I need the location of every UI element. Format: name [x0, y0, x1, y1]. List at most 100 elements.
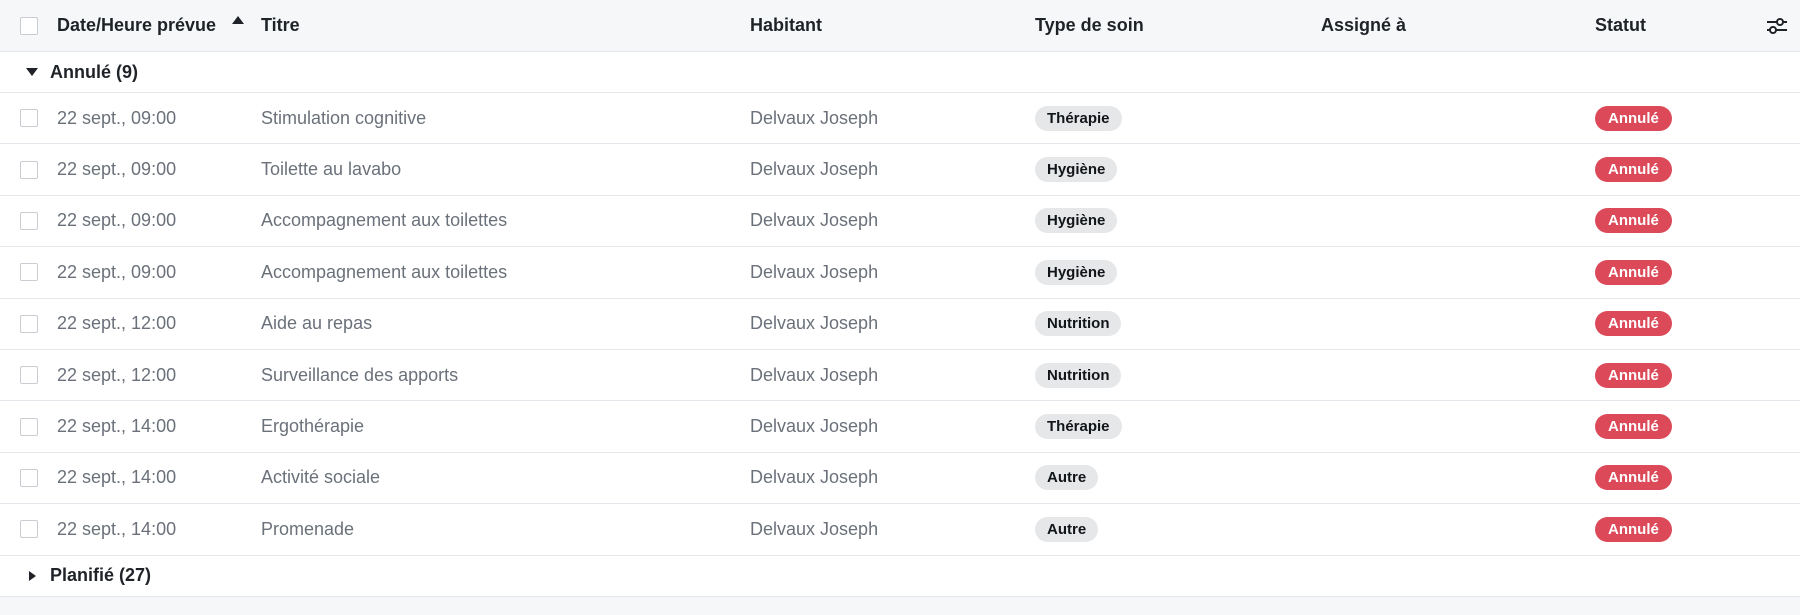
group-row-planned[interactable]: Planifié (27): [0, 555, 1800, 597]
row-checkbox[interactable]: [20, 109, 38, 128]
cell-date: 22 sept., 14:00: [57, 401, 176, 451]
group-row-cancelled[interactable]: Annulé (9): [0, 52, 1800, 93]
table-footer-space: [0, 596, 1800, 614]
care-type-tag: Nutrition: [1035, 362, 1122, 388]
cell-title[interactable]: Promenade: [261, 504, 354, 554]
cell-date: 22 sept., 09:00: [57, 196, 176, 246]
cell-date-text: 22 sept., 14:00: [57, 518, 177, 539]
column-header-title-label: Titre: [261, 15, 300, 35]
cell-care-type: Hygiène: [1035, 196, 1118, 246]
row-checkbox[interactable]: [20, 520, 38, 539]
column-header-care-type[interactable]: Type de soin: [1035, 0, 1144, 51]
table-row[interactable]: 22 sept., 14:00 Ergothérapie Delvaux Jos…: [0, 401, 1800, 453]
row-select[interactable]: [20, 247, 38, 297]
status-badge: Annulé: [1595, 362, 1672, 388]
row-checkbox[interactable]: [20, 468, 38, 487]
cell-date-text: 22 sept., 14:00: [57, 416, 177, 437]
table-row[interactable]: 22 sept., 12:00 Aide au repas Delvaux Jo…: [0, 299, 1800, 350]
cell-date-text: 22 sept., 12:00: [57, 364, 177, 385]
cell-resident: Delvaux Joseph: [750, 453, 878, 503]
row-checkbox[interactable]: [20, 314, 38, 333]
cell-title[interactable]: Toilette au lavabo: [261, 144, 401, 194]
caret-down-icon[interactable]: [26, 68, 38, 76]
table-row[interactable]: 22 sept., 12:00 Surveillance des apports…: [0, 350, 1800, 402]
cell-title-text: Toilette au lavabo: [261, 159, 402, 180]
cell-title[interactable]: Aide au repas: [261, 299, 372, 349]
row-select[interactable]: [20, 350, 38, 400]
cell-resident: Delvaux Joseph: [750, 247, 878, 297]
cell-date-text: 22 sept., 09:00: [57, 210, 177, 231]
row-select[interactable]: [20, 504, 38, 554]
caret-right-icon[interactable]: [29, 570, 36, 581]
cell-date: 22 sept., 12:00: [57, 350, 176, 400]
table-row[interactable]: 22 sept., 14:00 Activité sociale Delvaux…: [0, 453, 1800, 505]
select-all-checkbox[interactable]: [20, 16, 38, 35]
cell-title[interactable]: Accompagnement aux toilettes: [261, 247, 507, 297]
cell-title[interactable]: Activité sociale: [261, 453, 380, 503]
cell-resident-text: Delvaux Joseph: [750, 261, 879, 282]
cell-title-text: Aide au repas: [261, 313, 373, 334]
cell-status: Annulé: [1595, 504, 1672, 554]
status-badge: Annulé: [1595, 414, 1672, 440]
cell-resident: Delvaux Joseph: [750, 401, 878, 451]
column-header-resident[interactable]: Habitant: [750, 0, 822, 51]
cell-resident-text: Delvaux Joseph: [750, 107, 879, 128]
care-type-tag: Nutrition: [1035, 311, 1122, 337]
row-select[interactable]: [20, 196, 38, 246]
cell-care-type: Nutrition: [1035, 299, 1122, 349]
row-select[interactable]: [20, 401, 38, 451]
status-badge: Annulé: [1595, 157, 1672, 183]
table-row[interactable]: 22 sept., 09:00 Accompagnement aux toile…: [0, 247, 1800, 299]
sliders-icon[interactable]: [1766, 17, 1788, 35]
cell-date-text: 22 sept., 09:00: [57, 107, 177, 128]
row-checkbox[interactable]: [20, 366, 38, 385]
cell-title[interactable]: Stimulation cognitive: [261, 93, 426, 143]
cell-status: Annulé: [1595, 350, 1672, 400]
status-badge: Annulé: [1595, 259, 1672, 285]
table-row[interactable]: 22 sept., 09:00 Accompagnement aux toile…: [0, 196, 1800, 248]
cell-date: 22 sept., 09:00: [57, 144, 176, 194]
row-select[interactable]: [20, 93, 38, 143]
cell-title-text: Accompagnement aux toilettes: [261, 261, 508, 282]
column-header-title[interactable]: Titre: [261, 0, 300, 51]
column-settings-button[interactable]: [1766, 0, 1788, 51]
cell-resident: Delvaux Joseph: [750, 196, 878, 246]
table-row[interactable]: 22 sept., 09:00 Stimulation cognitive De…: [0, 93, 1800, 145]
row-checkbox[interactable]: [20, 160, 38, 179]
column-header-status[interactable]: Statut: [1595, 0, 1646, 51]
cell-title-text: Promenade: [261, 518, 355, 539]
table-row[interactable]: 22 sept., 14:00 Promenade Delvaux Joseph…: [0, 504, 1800, 556]
group-toggle-planned[interactable]: Planifié (27): [26, 556, 151, 596]
care-type-tag: Autre: [1035, 465, 1099, 491]
row-select[interactable]: [20, 144, 38, 194]
sort-ascending-icon[interactable]: [232, 15, 245, 24]
cell-resident: Delvaux Joseph: [750, 144, 878, 194]
cell-title[interactable]: Surveillance des apports: [261, 350, 458, 400]
cell-resident: Delvaux Joseph: [750, 504, 878, 554]
cell-date: 22 sept., 09:00: [57, 247, 176, 297]
cell-date-text: 22 sept., 12:00: [57, 313, 177, 334]
table-row[interactable]: 22 sept., 09:00 Toilette au lavabo Delva…: [0, 144, 1800, 196]
row-checkbox[interactable]: [20, 417, 38, 436]
cell-title-text: Activité sociale: [261, 467, 381, 488]
cell-title-text: Stimulation cognitive: [261, 107, 427, 128]
cell-title[interactable]: Accompagnement aux toilettes: [261, 196, 507, 246]
row-checkbox[interactable]: [20, 263, 38, 282]
cell-care-type: Hygiène: [1035, 247, 1118, 297]
group-toggle-cancelled[interactable]: Annulé (9): [26, 52, 138, 92]
column-header-assigned-label: Assigné à: [1321, 15, 1407, 35]
row-checkbox[interactable]: [20, 211, 38, 230]
cell-status: Annulé: [1595, 93, 1672, 143]
column-header-date[interactable]: Date/Heure prévue: [57, 0, 245, 51]
row-select[interactable]: [20, 453, 38, 503]
cell-title[interactable]: Ergothérapie: [261, 401, 364, 451]
cell-date: 22 sept., 12:00: [57, 299, 176, 349]
group-label-planned: Planifié (27): [50, 565, 152, 586]
cell-resident-text: Delvaux Joseph: [750, 467, 879, 488]
header-select-all[interactable]: [20, 0, 38, 51]
column-header-assigned[interactable]: Assigné à: [1321, 0, 1406, 51]
cell-resident: Delvaux Joseph: [750, 299, 878, 349]
row-select[interactable]: [20, 299, 38, 349]
cell-care-type: Thérapie: [1035, 93, 1122, 143]
cell-date-text: 22 sept., 14:00: [57, 467, 177, 488]
